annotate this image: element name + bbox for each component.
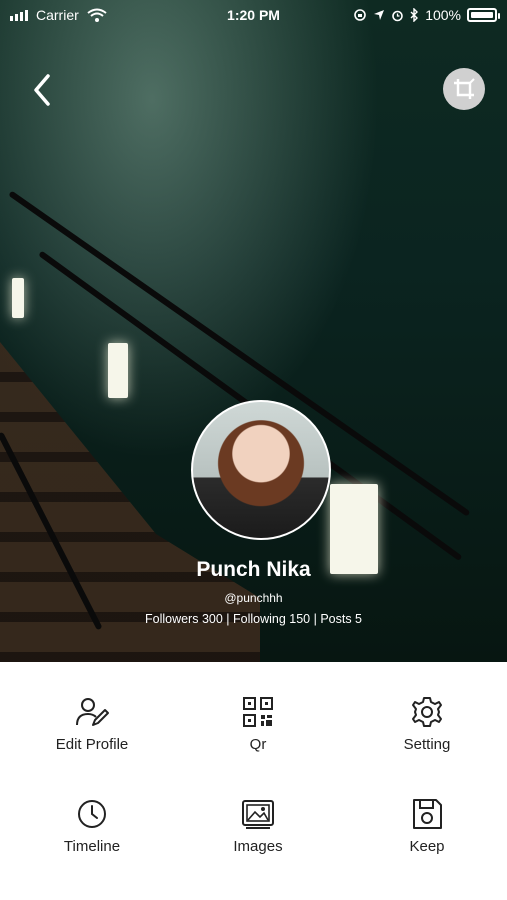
location-icon bbox=[374, 10, 385, 20]
avatar[interactable] bbox=[191, 400, 331, 540]
profile-menu: Edit Profile Qr Setting Timeline Images … bbox=[0, 662, 507, 900]
floppy-disk-icon bbox=[413, 799, 442, 829]
profile-stats: Followers 300 | Following 150 | Posts 5 bbox=[144, 612, 363, 626]
edit-profile-icon bbox=[76, 698, 109, 726]
images-label: Images bbox=[233, 838, 283, 855]
images-button[interactable]: Images bbox=[188, 796, 328, 855]
qr-button[interactable]: Qr bbox=[188, 694, 328, 753]
alarm-icon bbox=[392, 10, 403, 21]
battery-percent: 100% bbox=[425, 7, 461, 23]
gear-icon bbox=[412, 697, 442, 727]
chevron-left-icon bbox=[34, 74, 50, 106]
crop-icon bbox=[454, 78, 475, 99]
keep-button[interactable]: Keep bbox=[357, 796, 497, 855]
profile-cover: Carrier 1:20 PM 100% Punch Nika @punchhh… bbox=[0, 0, 507, 662]
status-bar: Carrier 1:20 PM 100% bbox=[0, 0, 507, 30]
setting-label: Setting bbox=[403, 736, 451, 753]
setting-button[interactable]: Setting bbox=[357, 694, 497, 753]
edit-profile-button[interactable]: Edit Profile bbox=[22, 694, 162, 753]
clock-icon bbox=[78, 800, 106, 828]
rotation-lock-icon bbox=[354, 9, 366, 21]
cover-wall-light bbox=[12, 278, 24, 318]
images-icon bbox=[242, 800, 274, 829]
cover-wall-light bbox=[108, 343, 128, 398]
back-button[interactable] bbox=[28, 70, 58, 110]
bluetooth-icon bbox=[410, 8, 419, 22]
edit-profile-label: Edit Profile bbox=[55, 736, 129, 753]
keep-label: Keep bbox=[409, 838, 445, 855]
battery-icon bbox=[467, 8, 500, 22]
timeline-label: Timeline bbox=[63, 838, 121, 855]
profile-handle: @punchhh bbox=[224, 591, 283, 605]
qr-code-icon bbox=[243, 697, 273, 727]
crop-cover-button[interactable] bbox=[443, 68, 485, 110]
qr-label: Qr bbox=[249, 736, 267, 753]
profile-name: Punch Nika bbox=[196, 558, 311, 581]
timeline-button[interactable]: Timeline bbox=[22, 796, 162, 855]
